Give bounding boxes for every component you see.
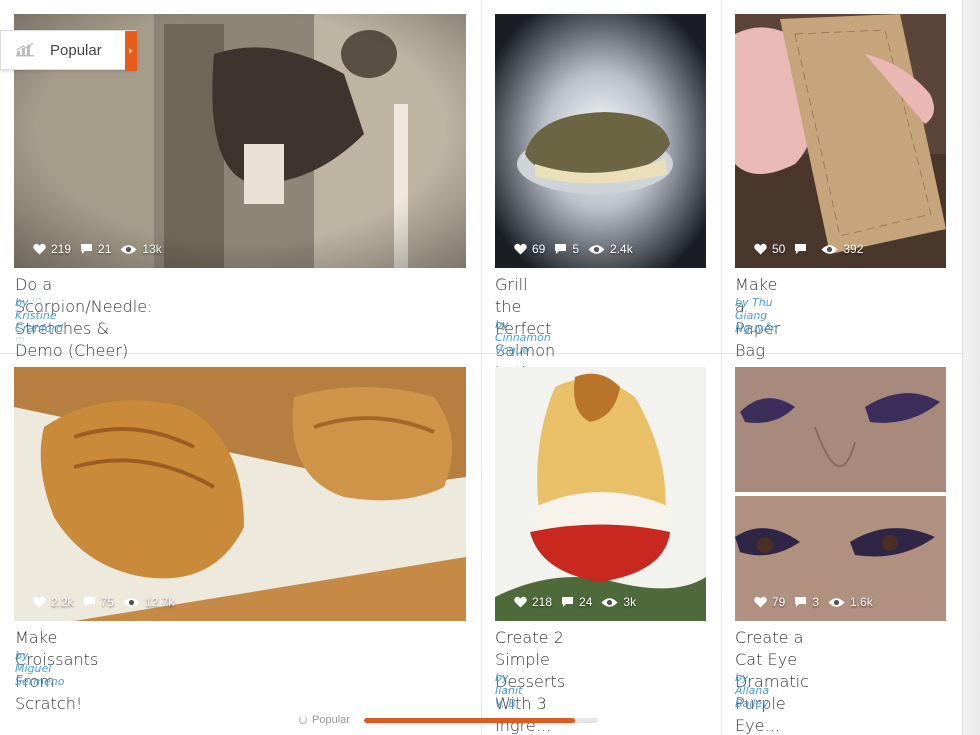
heart-icon [754, 243, 772, 255]
like-count: 50 [772, 242, 786, 256]
eye-icon [120, 244, 142, 255]
spinner-icon [298, 715, 308, 725]
project-thumbnail[interactable]: 69 5 2.4k [495, 14, 706, 268]
stats-bar: 218 24 3k [514, 595, 645, 609]
comment-count: 21 [98, 242, 112, 256]
comment-count: 5 [572, 242, 580, 256]
comment-count: 75 [100, 595, 115, 609]
comment-stat: 24 [561, 595, 592, 609]
project-author[interactable]: by ♡ Kristine Cranford ♡ [15, 296, 63, 348]
view-stat: 392 [821, 242, 863, 256]
project-title-line: Create 2 Simple [495, 628, 564, 669]
like-count: 218 [532, 595, 553, 609]
eye-icon [588, 244, 610, 255]
footer-label: Popular [312, 714, 350, 726]
view-count: 2.4k [610, 242, 633, 256]
stats-bar: 50 392 [754, 242, 872, 256]
view-stat: 13k [120, 242, 162, 256]
view-count: 13k [142, 242, 162, 256]
view-stat: 1.6k [828, 595, 873, 609]
comment-icon [80, 243, 98, 255]
project-thumbnail[interactable]: 50 392 [735, 14, 946, 268]
comment-stat: 75 [83, 595, 114, 609]
like-stat: 50 [754, 242, 785, 256]
tab-handle[interactable] [125, 31, 137, 71]
heart-icon [33, 596, 51, 608]
column-divider [481, 0, 482, 735]
like-count: 2.2k [51, 595, 74, 609]
feed-grid: 219 21 13k Do a Scorpion/Needle: Stretches… [0, 0, 980, 735]
stats-bar: 79 3 1.6k [754, 595, 882, 609]
comment-stat: 3 [794, 595, 819, 609]
comment-icon [561, 596, 579, 608]
project-author[interactable]: by Cinnamon Vogue [495, 318, 551, 357]
eye-icon [601, 597, 623, 608]
project-thumbnail[interactable]: 2.2k 75 12.7k [14, 367, 466, 621]
comment-count: 3 [812, 595, 820, 609]
comment-stat [794, 243, 812, 255]
view-count: 3k [623, 595, 637, 609]
comment-count: 24 [579, 595, 593, 609]
loading-progress [364, 718, 598, 723]
scroll-edge [962, 0, 980, 735]
bar-chart-icon [16, 43, 34, 57]
chevron-right-icon [129, 48, 133, 54]
comment-icon [794, 243, 812, 255]
like-stat: 219 [33, 242, 71, 256]
heart-icon [514, 596, 532, 608]
loading-progress-fill [364, 718, 575, 723]
heart-icon [514, 243, 532, 255]
view-count: 392 [843, 242, 864, 256]
comment-icon [794, 596, 812, 608]
heart-icon [33, 243, 51, 255]
stats-bar: 69 5 2.4k [514, 242, 642, 256]
eye-icon [821, 244, 843, 255]
project-author[interactable]: by Allana Bailey [735, 671, 769, 710]
eye-icon [123, 597, 145, 608]
project-author[interactable]: by Miguel Sermeno [15, 649, 64, 688]
popular-tab-label: Popular [50, 41, 102, 59]
popular-filter-tab[interactable]: Popular [0, 30, 137, 71]
heart-icon [754, 596, 772, 608]
view-stat: 2.4k [588, 242, 633, 256]
view-count: 1.6k [850, 595, 873, 609]
comment-stat: 21 [80, 242, 111, 256]
project-author[interactable]: by Thu Giang Nguyễn [735, 296, 777, 335]
project-author[interactable]: by Ilanit V. B. [495, 671, 522, 710]
like-count: 69 [532, 242, 546, 256]
view-stat: 3k [601, 595, 636, 609]
eye-icon [828, 597, 850, 608]
column-divider [721, 0, 722, 735]
stats-bar: 2.2k 75 12.7k [33, 595, 183, 609]
like-stat: 69 [514, 242, 545, 256]
project-title-line: Create a Cat Eye [735, 628, 804, 669]
footer-status: Popular [298, 714, 350, 726]
project-thumbnail[interactable]: 79 3 1.6k [735, 367, 946, 621]
view-count: 12.7k [145, 595, 175, 609]
like-count: 79 [772, 595, 786, 609]
project-thumbnail[interactable]: 218 24 3k [495, 367, 706, 621]
view-stat: 12.7k [123, 595, 174, 609]
like-count: 219 [51, 242, 72, 256]
stats-bar: 219 21 13k [33, 242, 171, 256]
like-stat: 218 [514, 595, 552, 609]
like-stat: 2.2k [33, 595, 74, 609]
comment-icon [554, 243, 572, 255]
comment-icon [83, 596, 101, 608]
comment-stat: 5 [554, 242, 579, 256]
like-stat: 79 [754, 595, 785, 609]
